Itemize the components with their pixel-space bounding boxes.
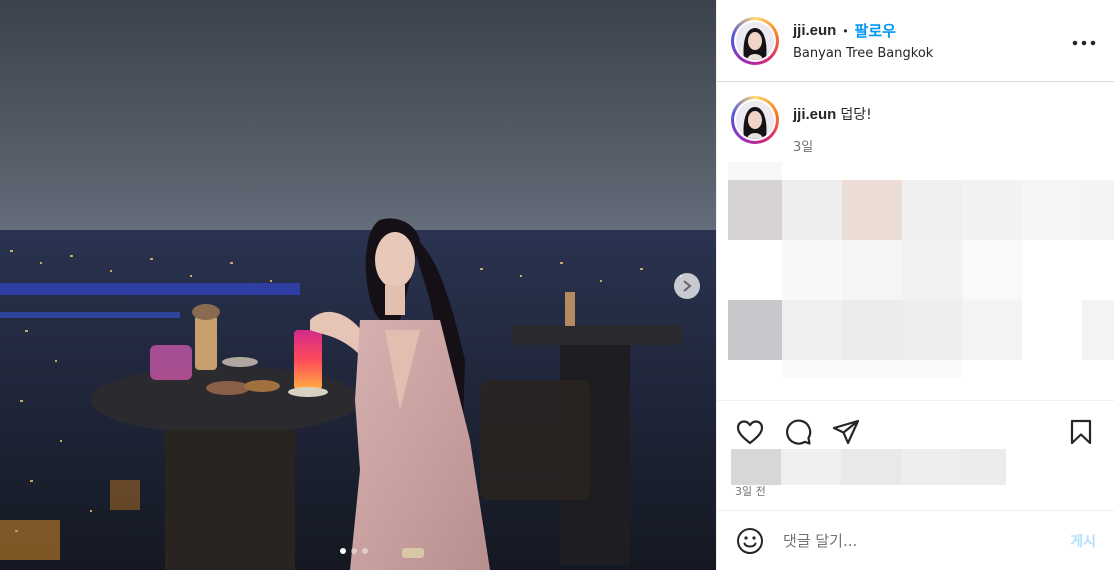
carousel-indicator <box>340 548 368 554</box>
profile-picture <box>736 101 774 139</box>
post-header: jji.eun • 팔로우 Banyan Tree Bangkok <box>717 0 1114 82</box>
share-icon[interactable] <box>831 417 861 447</box>
post-comment-button[interactable]: 게시 <box>1070 531 1096 551</box>
comment-icon[interactable] <box>783 417 813 447</box>
post-details-panel: jji.eun • 팔로우 Banyan Tree Bangkok jji.eu… <box>716 0 1114 570</box>
instagram-post: jji.eun • 팔로우 Banyan Tree Bangkok jji.eu… <box>0 0 1114 570</box>
username-link[interactable]: jji.eun <box>793 22 836 39</box>
heart-icon[interactable] <box>735 417 765 447</box>
follow-button[interactable]: 팔로우 <box>855 20 896 41</box>
post-photo[interactable] <box>0 0 716 570</box>
carousel-dot <box>362 548 368 554</box>
profile-picture <box>736 21 774 60</box>
avatar[interactable] <box>731 16 779 65</box>
caption-avatar[interactable] <box>731 96 779 144</box>
comment-form: 게시 <box>717 510 1114 570</box>
post-date: 3일 전 <box>735 485 766 498</box>
carousel-dot <box>351 548 357 554</box>
carousel-dot <box>340 548 346 554</box>
separator-dot: • <box>843 23 848 38</box>
caption: jji.eun 덥당! 3일 <box>731 96 1100 155</box>
location-link[interactable]: Banyan Tree Bangkok <box>793 46 1072 61</box>
caption-username[interactable]: jji.eun <box>793 106 836 123</box>
action-bar: 3일 전 <box>717 400 1114 510</box>
caption-timestamp[interactable]: 3일 <box>793 136 872 155</box>
caption-text: 덥당! <box>840 107 872 123</box>
photo-scene <box>0 0 716 570</box>
comment-input[interactable] <box>783 531 1071 550</box>
emoji-icon[interactable] <box>735 526 765 556</box>
bookmark-icon[interactable] <box>1066 417 1096 447</box>
comments-section: jji.eun 덥당! 3일 <box>717 82 1114 400</box>
next-arrow-icon[interactable] <box>674 273 700 299</box>
blurred-likes <box>731 449 1006 485</box>
more-horizontal-icon[interactable] <box>1072 29 1096 52</box>
